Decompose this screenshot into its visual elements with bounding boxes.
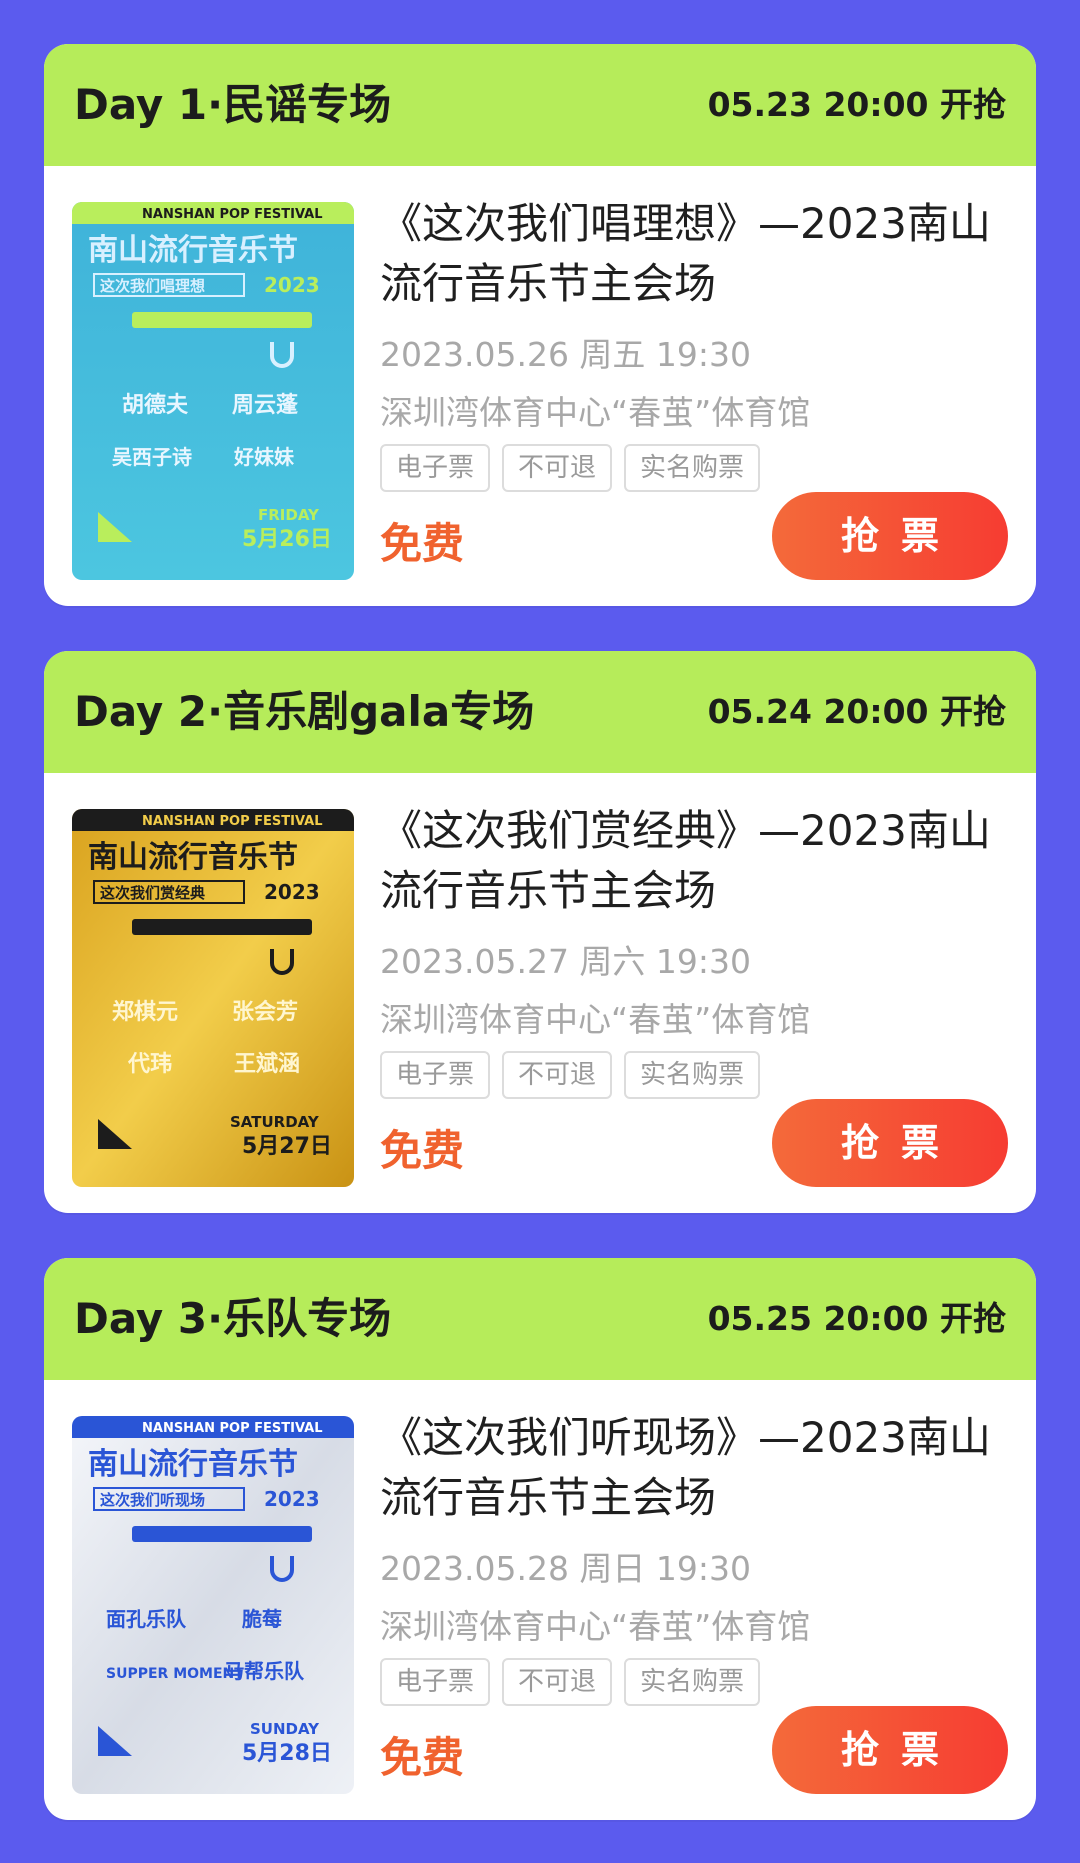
poster-artist: 好妹妹 [233, 445, 295, 469]
poster-festival-en: NANSHAN POP FESTIVAL [142, 207, 323, 222]
poster-slogan: 这次我们赏经典 [100, 884, 205, 902]
poster-weekday: FRIDAY [258, 506, 320, 524]
card-header: Day 3·乐队专场 05.25 20:00 开抢 [44, 1258, 1036, 1380]
event-datetime: 2023.05.26 周五 19:30 [380, 335, 752, 374]
day-title: Day 2·音乐剧gala专场 [74, 687, 535, 736]
poster-slogan: 这次我们听现场 [100, 1491, 205, 1509]
tag-list: 电子票 不可退 实名购票 [380, 1658, 772, 1706]
tag-list: 电子票 不可退 实名购票 [380, 444, 772, 492]
poster-date: 5月28日 [242, 1741, 332, 1766]
card-header: Day 1·民谣专场 05.23 20:00 开抢 [44, 44, 1036, 166]
event-title[interactable]: 《这次我们听现场》—2023南山流行音乐节主会场 [380, 1408, 1020, 1528]
tag-e-ticket: 电子票 [380, 1658, 491, 1706]
poster-festival-cn: 南山流行音乐节 [88, 233, 298, 268]
poster-artist: 马帮乐队 [224, 1659, 305, 1683]
poster-artist: 吴西子诗 [112, 445, 192, 469]
tag-real-name: 实名购票 [624, 1051, 761, 1099]
event-card-day1[interactable]: Day 1·民谣专场 05.23 20:00 开抢 NANSHAN POP FE… [44, 44, 1036, 606]
day-title: Day 3·乐队专场 [74, 1294, 392, 1343]
tag-real-name: 实名购票 [624, 444, 761, 492]
grab-ticket-button[interactable]: 抢票 [772, 492, 1008, 580]
sale-time: 05.23 20:00 开抢 [707, 85, 1006, 124]
price: 免费 [380, 519, 465, 568]
poster-weekday: SATURDAY [230, 1113, 320, 1131]
tag-e-ticket: 电子票 [380, 444, 491, 492]
tag-real-name: 实名购票 [624, 1658, 761, 1706]
poster-year: 2023 [264, 880, 320, 904]
price: 免费 [380, 1733, 465, 1782]
poster-artist: 周云蓬 [232, 393, 299, 418]
grab-ticket-button[interactable]: 抢票 [772, 1706, 1008, 1794]
tag-non-refundable: 不可退 [502, 1658, 613, 1706]
event-poster[interactable]: NANSHAN POP FESTIVAL 南山流行音乐节 这次我们听现场 202… [72, 1416, 354, 1794]
poster-festival-cn: 南山流行音乐节 [88, 840, 298, 875]
poster-artist: 张会芳 [232, 999, 298, 1025]
event-venue: 深圳湾体育中心“春茧”体育馆 [380, 1000, 811, 1039]
event-title[interactable]: 《这次我们赏经典》—2023南山流行音乐节主会场 [380, 801, 1020, 921]
sale-time: 05.25 20:00 开抢 [707, 1299, 1006, 1338]
day-title: Day 1·民谣专场 [74, 80, 392, 129]
event-venue: 深圳湾体育中心“春茧”体育馆 [380, 1607, 811, 1646]
poster-date: 5月27日 [242, 1134, 332, 1159]
poster-slogan: 这次我们唱理想 [100, 277, 205, 295]
poster-artist: 王斌涵 [234, 1051, 300, 1077]
tag-non-refundable: 不可退 [502, 1051, 613, 1099]
tag-e-ticket: 电子票 [380, 1051, 491, 1099]
event-datetime: 2023.05.27 周六 19:30 [380, 942, 752, 981]
event-poster[interactable]: NANSHAN POP FESTIVAL 南山流行音乐节 这次我们赏经典 202… [72, 809, 354, 1187]
sale-time: 05.24 20:00 开抢 [707, 692, 1006, 731]
poster-festival-cn: 南山流行音乐节 [88, 1447, 298, 1482]
tag-non-refundable: 不可退 [502, 444, 613, 492]
poster-artist: 代玮 [127, 1051, 172, 1077]
poster-weekday: SUNDAY [250, 1720, 320, 1738]
event-card-day2[interactable]: Day 2·音乐剧gala专场 05.24 20:00 开抢 NANSHAN P… [44, 651, 1036, 1213]
card-header: Day 2·音乐剧gala专场 05.24 20:00 开抢 [44, 651, 1036, 773]
price: 免费 [380, 1126, 465, 1175]
poster-festival-en: NANSHAN POP FESTIVAL [142, 814, 323, 829]
event-datetime: 2023.05.28 周日 19:30 [380, 1549, 752, 1588]
event-poster[interactable]: NANSHAN POP FESTIVAL 南山流行音乐节 这次我们唱理想 202… [72, 202, 354, 580]
poster-date: 5月26日 [242, 527, 332, 552]
event-venue: 深圳湾体育中心“春茧”体育馆 [380, 393, 811, 432]
tag-list: 电子票 不可退 实名购票 [380, 1051, 772, 1099]
poster-artist: 胡德夫 [122, 392, 189, 418]
grab-ticket-button[interactable]: 抢票 [772, 1099, 1008, 1187]
event-title[interactable]: 《这次我们唱理想》—2023南山流行音乐节主会场 [380, 194, 1020, 314]
poster-festival-en: NANSHAN POP FESTIVAL [142, 1421, 323, 1436]
poster-year: 2023 [264, 273, 320, 297]
event-card-day3[interactable]: Day 3·乐队专场 05.25 20:00 开抢 NANSHAN POP FE… [44, 1258, 1036, 1820]
poster-artist: 脆莓 [242, 1607, 282, 1631]
poster-artist: 郑棋元 [112, 999, 178, 1025]
poster-artist: 面孔乐队 [106, 1607, 187, 1631]
poster-year: 2023 [264, 1487, 320, 1511]
